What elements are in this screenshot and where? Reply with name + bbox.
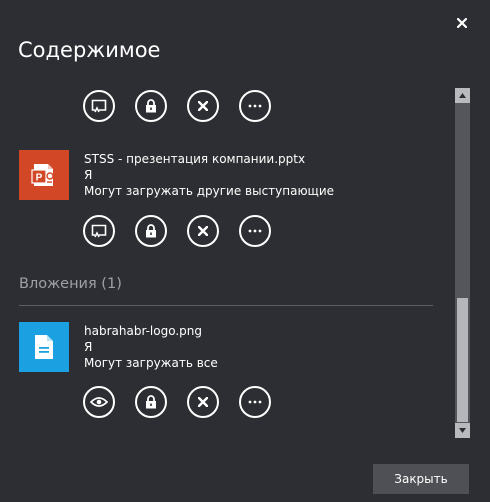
file-owner: Я bbox=[84, 168, 93, 182]
vertical-scrollbar[interactable] bbox=[455, 88, 470, 438]
view-button[interactable] bbox=[83, 386, 115, 418]
remove-icon bbox=[198, 226, 208, 236]
scrollbar-thumb[interactable] bbox=[457, 298, 468, 422]
dialog-title: Содержимое bbox=[18, 38, 161, 62]
powerpoint-icon: P bbox=[19, 150, 69, 200]
chevron-up-icon bbox=[459, 93, 466, 98]
attachment-permission: Могут загружать все bbox=[84, 356, 218, 370]
remove-button[interactable] bbox=[187, 90, 219, 122]
more-icon bbox=[248, 229, 262, 233]
attachment-actions-row bbox=[83, 386, 271, 418]
file-name: STSS - презентация компании.pptx bbox=[84, 152, 306, 166]
present-button[interactable] bbox=[83, 215, 115, 247]
scroll-up-button[interactable] bbox=[455, 88, 470, 103]
remove-icon bbox=[198, 397, 208, 407]
more-icon bbox=[248, 104, 262, 108]
close-button[interactable]: Закрыть bbox=[373, 464, 469, 494]
scroll-down-button[interactable] bbox=[455, 423, 470, 438]
remove-button[interactable] bbox=[187, 215, 219, 247]
lock-icon bbox=[146, 395, 156, 409]
lock-button[interactable] bbox=[135, 386, 167, 418]
present-icon bbox=[91, 224, 107, 238]
attachments-heading: Вложения (1) bbox=[19, 276, 122, 292]
section-divider bbox=[19, 305, 433, 306]
present-button[interactable] bbox=[83, 90, 115, 122]
more-button[interactable] bbox=[239, 386, 271, 418]
lock-icon bbox=[146, 99, 156, 113]
remove-button[interactable] bbox=[187, 386, 219, 418]
attachment-owner: Я bbox=[84, 340, 93, 354]
present-icon bbox=[91, 99, 107, 113]
svg-text:P: P bbox=[36, 173, 43, 184]
more-button[interactable] bbox=[239, 215, 271, 247]
file-permission: Могут загружать другие выступающие bbox=[84, 184, 335, 198]
chevron-down-icon bbox=[459, 428, 466, 433]
more-icon bbox=[248, 400, 262, 404]
file-actions-row bbox=[83, 90, 271, 122]
view-icon bbox=[90, 397, 108, 407]
lock-button[interactable] bbox=[135, 215, 167, 247]
content-list: P STSS - презентация компании.pptx Я Мог… bbox=[0, 82, 450, 438]
attachment-name: habrahabr-logo.png bbox=[84, 324, 203, 338]
lock-button[interactable] bbox=[135, 90, 167, 122]
document-icon bbox=[19, 322, 69, 372]
file-actions-row bbox=[83, 215, 271, 247]
more-button[interactable] bbox=[239, 90, 271, 122]
dialog-close-icon[interactable] bbox=[452, 13, 472, 33]
lock-icon bbox=[146, 224, 156, 238]
remove-icon bbox=[198, 101, 208, 111]
